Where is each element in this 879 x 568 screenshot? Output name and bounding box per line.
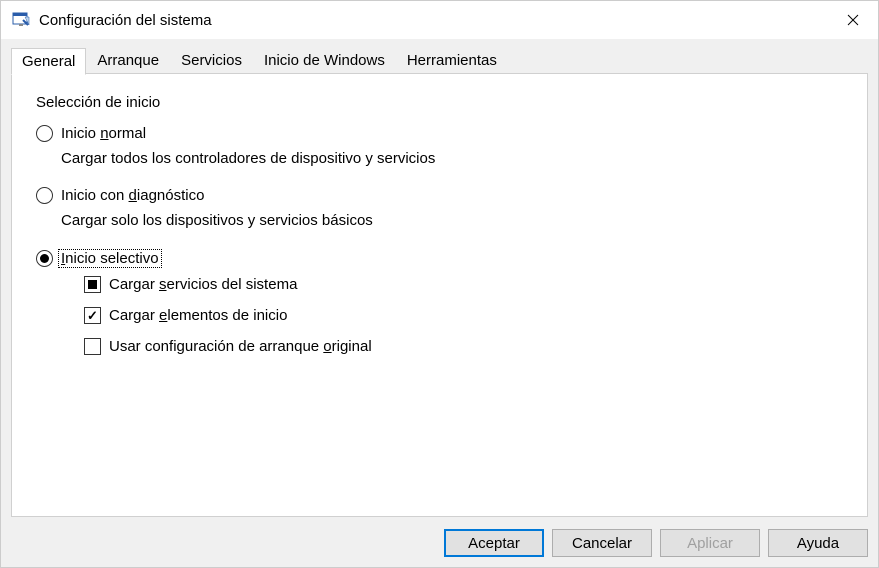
radio-diagnostic[interactable] bbox=[36, 187, 53, 204]
radio-selective-label[interactable]: Inicio selectivo bbox=[58, 249, 162, 268]
system-config-window: Configuración del sistema General Arranq… bbox=[0, 0, 879, 568]
checkbox-use-original-bootcfg[interactable] bbox=[84, 338, 101, 355]
button-bar: Aceptar Cancelar Aplicar Ayuda bbox=[11, 517, 868, 557]
close-button[interactable] bbox=[828, 1, 878, 39]
checkbox-startup-label[interactable]: Cargar elementos de inicio bbox=[109, 307, 287, 324]
checkbox-services-row: Cargar servicios del sistema bbox=[84, 276, 843, 293]
content-area: General Arranque Servicios Inicio de Win… bbox=[1, 39, 878, 567]
app-icon bbox=[11, 10, 31, 30]
group-legend: Selección de inicio bbox=[36, 94, 843, 111]
tab-strip: General Arranque Servicios Inicio de Win… bbox=[11, 47, 868, 73]
checkbox-load-system-services[interactable] bbox=[84, 276, 101, 293]
tab-panel-general: Selección de inicio Inicio normal Cargar… bbox=[11, 73, 868, 517]
apply-button: Aplicar bbox=[660, 529, 760, 557]
radio-diag-row: Inicio con diagnóstico bbox=[36, 187, 843, 204]
radio-selective-row: Inicio selectivo bbox=[36, 249, 843, 268]
checkbox-services-label[interactable]: Cargar servicios del sistema bbox=[109, 276, 297, 293]
radio-normal-row: Inicio normal bbox=[36, 125, 843, 142]
tab-inicio-windows[interactable]: Inicio de Windows bbox=[253, 47, 396, 73]
tab-servicios[interactable]: Servicios bbox=[170, 47, 253, 73]
tab-herramientas[interactable]: Herramientas bbox=[396, 47, 508, 73]
close-icon bbox=[847, 14, 859, 26]
checkbox-bootcfg-row: Usar configuración de arranque original bbox=[84, 338, 843, 355]
radio-normal-label[interactable]: Inicio normal bbox=[61, 125, 146, 142]
radio-normal-desc: Cargar todos los controladores de dispos… bbox=[61, 150, 843, 167]
checkbox-load-startup-items[interactable] bbox=[84, 307, 101, 324]
help-button[interactable]: Ayuda bbox=[768, 529, 868, 557]
ok-button[interactable]: Aceptar bbox=[444, 529, 544, 557]
startup-selection-group: Selección de inicio Inicio normal Cargar… bbox=[36, 94, 843, 355]
cancel-button[interactable]: Cancelar bbox=[552, 529, 652, 557]
radio-normal[interactable] bbox=[36, 125, 53, 142]
selective-options: Cargar servicios del sistema Cargar elem… bbox=[84, 276, 843, 355]
titlebar: Configuración del sistema bbox=[1, 1, 878, 39]
radio-diagnostic-label[interactable]: Inicio con diagnóstico bbox=[61, 187, 204, 204]
tab-arranque[interactable]: Arranque bbox=[86, 47, 170, 73]
checkbox-startup-row: Cargar elementos de inicio bbox=[84, 307, 843, 324]
window-title: Configuración del sistema bbox=[39, 12, 828, 29]
tab-general[interactable]: General bbox=[11, 48, 86, 75]
radio-diag-desc: Cargar solo los dispositivos y servicios… bbox=[61, 212, 843, 229]
checkbox-bootcfg-label[interactable]: Usar configuración de arranque original bbox=[109, 338, 372, 355]
radio-selective[interactable] bbox=[36, 250, 53, 267]
